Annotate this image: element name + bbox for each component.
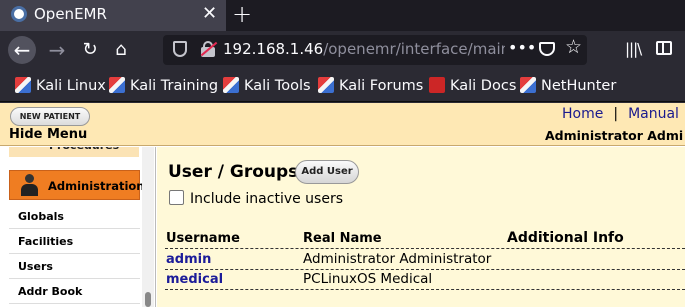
new-patient-button[interactable]: NEW PATIENT — [10, 107, 90, 126]
menu-item-facilities[interactable]: Facilities — [9, 229, 140, 254]
active-tab[interactable]: OpenEMR ✕ — [0, 0, 226, 31]
nethunter-icon — [520, 77, 536, 93]
home-button[interactable]: ⌂ — [107, 36, 135, 64]
top-links: Home | Manual — [562, 106, 679, 122]
menu-item-users[interactable]: Users — [9, 254, 140, 279]
tracking-shield-icon[interactable] — [173, 41, 187, 57]
bookmark-kali-tools[interactable]: Kali Tools — [223, 77, 311, 94]
table-divider — [165, 289, 685, 290]
page-title: User / Groups — [168, 162, 299, 182]
bookmark-kali-docs[interactable]: Kali Docs — [429, 77, 516, 94]
home-link[interactable]: Home — [562, 106, 603, 122]
bookmark-kali-forums[interactable]: Kali Forums — [318, 77, 423, 94]
add-user-button[interactable]: Add User — [295, 160, 359, 184]
kali-icon — [15, 77, 31, 93]
table-row-real-name: PCLinuxOS Medical — [303, 271, 433, 287]
table-row-real-name: Administrator Administrator — [303, 251, 492, 267]
table-row-username[interactable]: admin — [166, 252, 211, 267]
admin-user-icon — [20, 174, 38, 196]
kali-icon — [223, 77, 239, 93]
left-menu: Procedures Administration Globals Facili… — [0, 147, 156, 307]
pocket-icon[interactable] — [539, 42, 555, 56]
logged-in-user: Administrator Admi — [545, 128, 684, 143]
tab-title: OpenEMR — [34, 5, 107, 23]
manual-link[interactable]: Manual — [628, 106, 679, 122]
reload-button[interactable]: ↻ — [76, 36, 104, 64]
menu-scrollbar-thumb[interactable] — [145, 292, 151, 307]
table-divider — [165, 269, 685, 270]
users-panel: User / Groups Add User Include inactive … — [157, 147, 685, 307]
bookmark-kali-training[interactable]: Kali Training — [109, 77, 218, 94]
navigation-toolbar: ← → ↻ ⌂ 192.168.1.46/openemr/interface/m… — [0, 31, 685, 69]
docs-icon — [429, 77, 445, 93]
hide-menu-link[interactable]: Hide Menu — [9, 127, 87, 142]
include-inactive-label: Include inactive users — [190, 191, 344, 207]
tab-bar: OpenEMR ✕ + — [0, 0, 685, 31]
table-row-username[interactable]: medical — [166, 272, 223, 287]
menu-procedures[interactable]: Procedures — [9, 147, 139, 157]
column-header-real-name: Real Name — [303, 231, 382, 246]
page-actions-icon[interactable]: ••• — [508, 38, 536, 57]
sidebar-toggle-icon[interactable] — [656, 41, 672, 55]
table-divider — [165, 248, 685, 249]
new-tab-button[interactable]: + — [232, 0, 252, 28]
menu-item-globals[interactable]: Globals — [9, 204, 140, 229]
bookmark-kali-linux[interactable]: Kali Linux — [15, 77, 106, 94]
openemr-header: NEW PATIENT Hide Menu Home | Manual Admini… — [0, 103, 685, 146]
include-inactive-checkbox[interactable] — [169, 190, 184, 205]
menu-item-addr-book[interactable]: Addr Book — [9, 279, 140, 304]
bookmark-star-icon[interactable]: ☆ — [565, 36, 582, 58]
bookmark-nethunter[interactable]: NetHunter — [520, 77, 616, 94]
url-text[interactable]: 192.168.1.46/openemr/interface/main/m — [223, 40, 505, 58]
openemr-favicon-icon — [11, 6, 27, 22]
close-tab-icon[interactable]: ✕ — [202, 3, 217, 24]
kali-icon — [109, 77, 125, 93]
menu-administration-label: Administration — [48, 179, 145, 193]
back-button[interactable]: ← — [8, 36, 36, 64]
openemr-page: NEW PATIENT Hide Menu Home | Manual Admini… — [0, 103, 685, 307]
library-icon[interactable]: |||\ — [625, 40, 642, 58]
menu-administration[interactable]: Administration — [9, 170, 145, 200]
column-header-username: Username — [166, 231, 240, 246]
column-header-additional-info: Additional Info — [507, 230, 624, 246]
insecure-lock-icon[interactable] — [200, 41, 218, 57]
url-bar[interactable]: 192.168.1.46/openemr/interface/main/m ••… — [163, 35, 587, 65]
kali-icon — [318, 77, 334, 93]
bookmarks-toolbar: Kali Linux Kali Training Kali Tools Kali… — [0, 69, 685, 102]
menu-scrollbar[interactable] — [142, 147, 154, 307]
forward-button[interactable]: → — [43, 36, 71, 64]
link-separator: | — [613, 106, 619, 122]
